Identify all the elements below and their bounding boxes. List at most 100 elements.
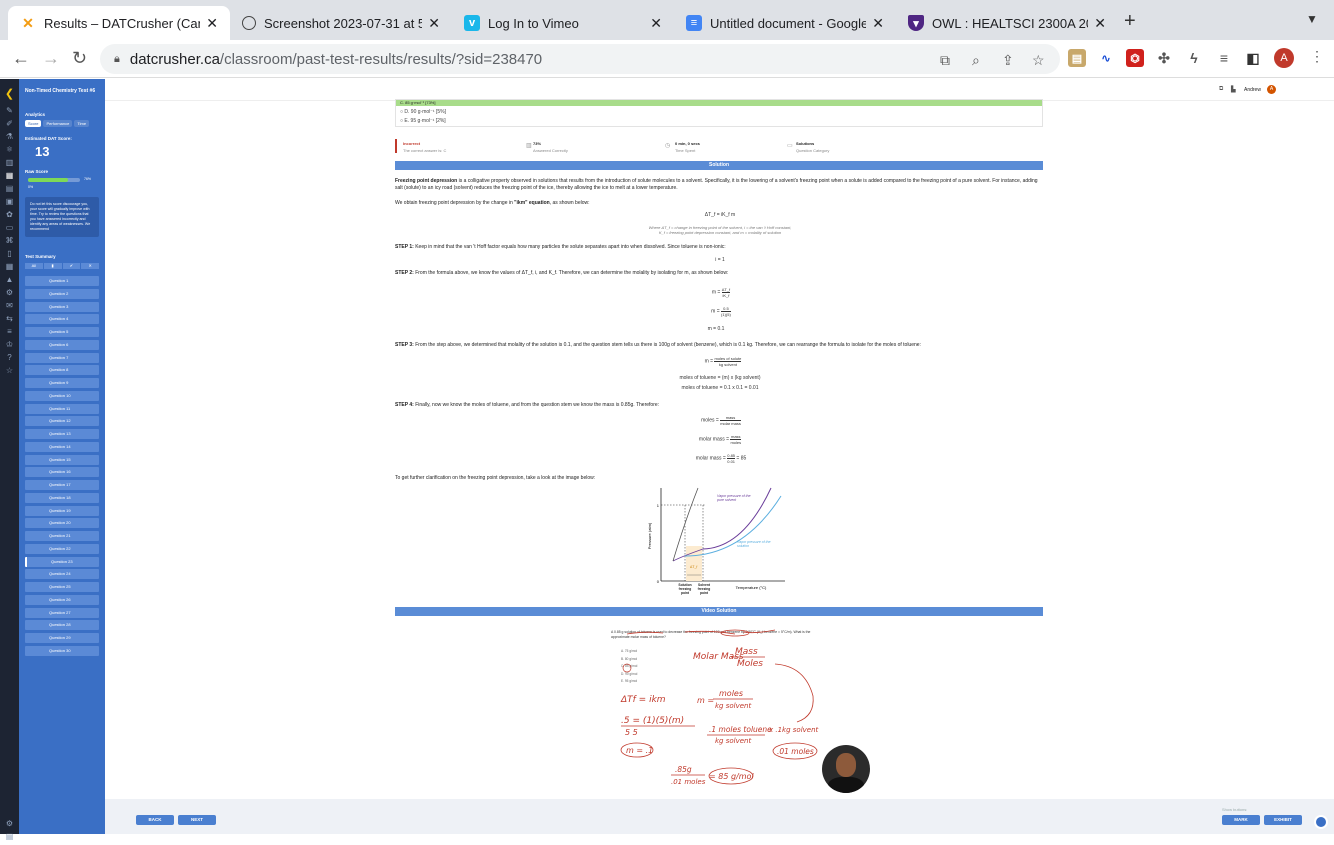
rail-star-icon[interactable]: ☆ xyxy=(0,366,19,379)
question-item[interactable]: Question 14 xyxy=(25,441,99,452)
extension-bolt-icon[interactable]: ϟ xyxy=(1185,49,1203,67)
mark-button[interactable]: MARK xyxy=(1222,815,1260,825)
question-item[interactable]: Question 12 xyxy=(25,416,99,427)
question-item[interactable]: Question 9 xyxy=(25,378,99,388)
collapse-sidebar-icon[interactable]: ❮ xyxy=(0,87,19,100)
extensions-puzzle-icon[interactable]: ✣ xyxy=(1155,49,1173,67)
browser-menu-icon[interactable]: ⋮ xyxy=(1310,48,1324,65)
tab-score[interactable]: Score xyxy=(25,120,42,127)
question-item[interactable]: Question 13 xyxy=(25,429,99,439)
rail-calendar-icon[interactable]: ▦ xyxy=(0,262,19,275)
new-tab-button[interactable]: + xyxy=(1124,10,1136,33)
question-item[interactable]: Question 26 xyxy=(25,594,99,605)
rail-doc-icon[interactable]: ▤ xyxy=(0,184,19,197)
question-item[interactable]: Question 25 xyxy=(25,582,99,592)
question-item[interactable]: Question 20 xyxy=(25,518,99,529)
rail-clipboard-icon[interactable]: ▣ xyxy=(0,197,19,210)
question-item[interactable]: Question 29 xyxy=(25,633,99,643)
question-item[interactable]: Question 23 xyxy=(25,556,99,567)
tab-screenshot[interactable]: Screenshot 2023-07-31 at 5.0 ✕ xyxy=(230,6,452,40)
extension-clipboard-icon[interactable]: ▤ xyxy=(1068,49,1086,67)
zoom-icon[interactable]: ⌕ xyxy=(972,52,980,69)
rail-network-icon[interactable]: ⌘ xyxy=(0,236,19,249)
side-panel-icon[interactable]: ◧ xyxy=(1244,49,1262,67)
question-item[interactable]: Question 8 xyxy=(25,365,99,376)
forward-arrow-icon[interactable]: → xyxy=(42,48,60,69)
rail-help-icon[interactable]: ? xyxy=(0,353,19,366)
tab-google-docs[interactable]: ≡ Untitled document - Google Do ✕ xyxy=(674,6,896,40)
bookmark-star-icon[interactable]: ☆ xyxy=(1032,52,1045,69)
close-tab-icon[interactable]: ✕ xyxy=(206,15,218,32)
next-button[interactable]: NEXT xyxy=(178,815,216,825)
close-tab-icon[interactable]: ✕ xyxy=(428,15,440,32)
question-item[interactable]: Question 16 xyxy=(25,467,99,478)
tab-datcrusher[interactable]: ✕ Results – DATCrusher (Canadia ✕ xyxy=(8,6,230,40)
question-item[interactable]: Question 24 xyxy=(25,569,99,580)
rail-flask-icon[interactable]: ⚗ xyxy=(0,132,19,145)
filter-correct[interactable]: ✔ xyxy=(62,263,81,269)
question-item[interactable]: Question 30 xyxy=(25,645,99,656)
question-item[interactable]: Question 5 xyxy=(25,327,99,337)
reading-list-icon[interactable]: ≡ xyxy=(1215,49,1233,67)
question-item[interactable]: Question 4 xyxy=(25,314,99,325)
question-item[interactable]: Question 7 xyxy=(25,352,99,363)
filter-incorrect[interactable]: ✕ xyxy=(81,263,99,269)
back-button[interactable]: BACK xyxy=(136,815,174,825)
tab-search-chevron-icon[interactable]: ▼ xyxy=(1306,12,1318,26)
rail-chart-icon[interactable]: ▲ xyxy=(0,275,19,288)
rail-brain-icon[interactable]: ✿ xyxy=(0,210,19,223)
profile-avatar[interactable]: A xyxy=(1274,48,1294,68)
close-tab-icon[interactable]: ✕ xyxy=(650,15,662,32)
rail-chat-icon[interactable]: ✉ xyxy=(0,301,19,314)
question-item[interactable]: Question 27 xyxy=(25,607,99,618)
extension-pdf-icon[interactable]: ⏣ xyxy=(1126,49,1144,67)
address-bar[interactable]: 🔒︎ datcrusher.ca/classroom/past-test-res… xyxy=(100,44,1060,74)
rail-video-icon[interactable]: ▭ xyxy=(0,223,19,236)
user-avatar[interactable]: A xyxy=(1267,85,1276,94)
rail-results-icon[interactable]: ▦ xyxy=(0,171,19,184)
filter-all[interactable]: All xyxy=(25,263,43,269)
rail-gear-icon[interactable]: ⚙ xyxy=(0,819,19,832)
rail-atom-icon[interactable]: ⚛ xyxy=(0,145,19,158)
question-item[interactable]: Question 3 xyxy=(25,301,99,312)
tab-time[interactable]: Time xyxy=(74,120,90,127)
question-item[interactable]: Question 10 xyxy=(25,390,99,401)
question-item[interactable]: Question 6 xyxy=(25,339,99,350)
fraction: 0.85 0.01 xyxy=(727,453,736,464)
extension-otter-icon[interactable]: ∿ xyxy=(1097,49,1115,67)
fullscreen-icon[interactable]: ⧉ xyxy=(1219,86,1223,93)
question-item[interactable]: Question 15 xyxy=(25,454,99,465)
exhibit-button[interactable]: EXHIBIT xyxy=(1264,815,1302,825)
rail-share-icon[interactable]: ⇆ xyxy=(0,314,19,327)
rail-book-icon[interactable]: ▥ xyxy=(0,158,19,171)
rail-bookmark-icon[interactable]: ▯ xyxy=(0,249,19,262)
close-tab-icon[interactable]: ✕ xyxy=(1094,15,1106,32)
video-solution-player[interactable]: A 0.85 g solution of toluene is used to … xyxy=(565,626,870,798)
filter-marked[interactable]: ▮ xyxy=(43,263,62,269)
question-item[interactable]: Question 2 xyxy=(25,288,99,299)
question-item[interactable]: Question 19 xyxy=(25,505,99,516)
question-item[interactable]: Question 21 xyxy=(25,531,99,541)
rail-settings-icon[interactable]: ⚙ xyxy=(0,288,19,301)
rail-trophy-icon[interactable]: ♔ xyxy=(0,340,19,353)
question-item[interactable]: Question 17 xyxy=(25,480,99,490)
rail-edit-icon[interactable]: ✐ xyxy=(0,119,19,132)
question-item[interactable]: Question 22 xyxy=(25,543,99,554)
translate-icon[interactable]: ⧉ xyxy=(940,52,950,69)
rail-list-icon[interactable]: ≡ xyxy=(0,327,19,340)
chat-fab-icon[interactable] xyxy=(1314,815,1328,829)
close-tab-icon[interactable]: ✕ xyxy=(872,15,884,32)
choice-e-text: E. 95 g·mol⁻¹ [2%] xyxy=(404,118,446,124)
question-item[interactable]: Question 28 xyxy=(25,620,99,631)
question-item[interactable]: Question 1 xyxy=(25,276,99,286)
reload-icon[interactable]: ↻ xyxy=(72,48,87,69)
back-arrow-icon[interactable]: ← xyxy=(12,48,30,69)
tab-owl[interactable]: ▾ OWL : HEALTSCI 2300A 200 S ✕ xyxy=(896,6,1118,40)
question-item[interactable]: Question 11 xyxy=(25,403,99,414)
rail-pencil-icon[interactable]: ✎ xyxy=(0,106,19,119)
question-item[interactable]: Question 18 xyxy=(25,492,99,503)
tab-vimeo[interactable]: v Log In to Vimeo ✕ xyxy=(452,6,674,40)
tab-performance[interactable]: Performance xyxy=(43,120,73,127)
notes-icon[interactable]: ▙ xyxy=(1231,86,1236,93)
share-icon[interactable]: ⇪ xyxy=(1002,52,1014,69)
